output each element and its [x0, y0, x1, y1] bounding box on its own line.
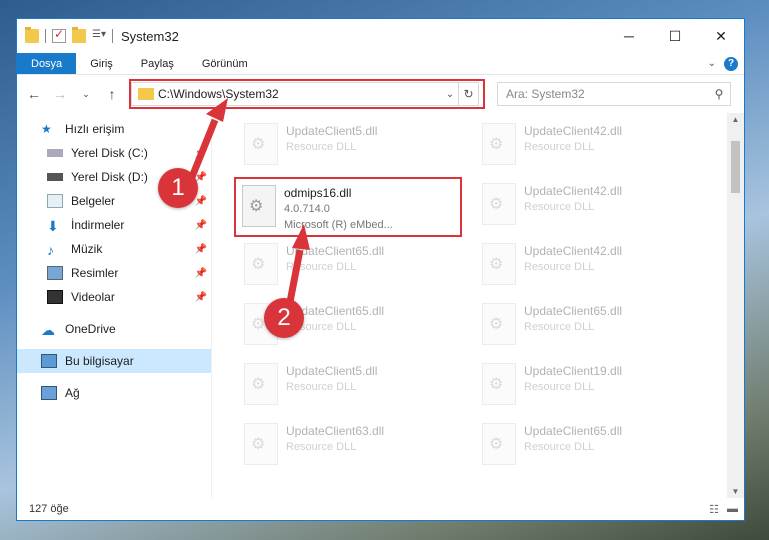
- step-1-badge: 1: [158, 168, 198, 208]
- step-2-badge: 2: [264, 298, 304, 338]
- arrow-1-pointer: [186, 98, 310, 303]
